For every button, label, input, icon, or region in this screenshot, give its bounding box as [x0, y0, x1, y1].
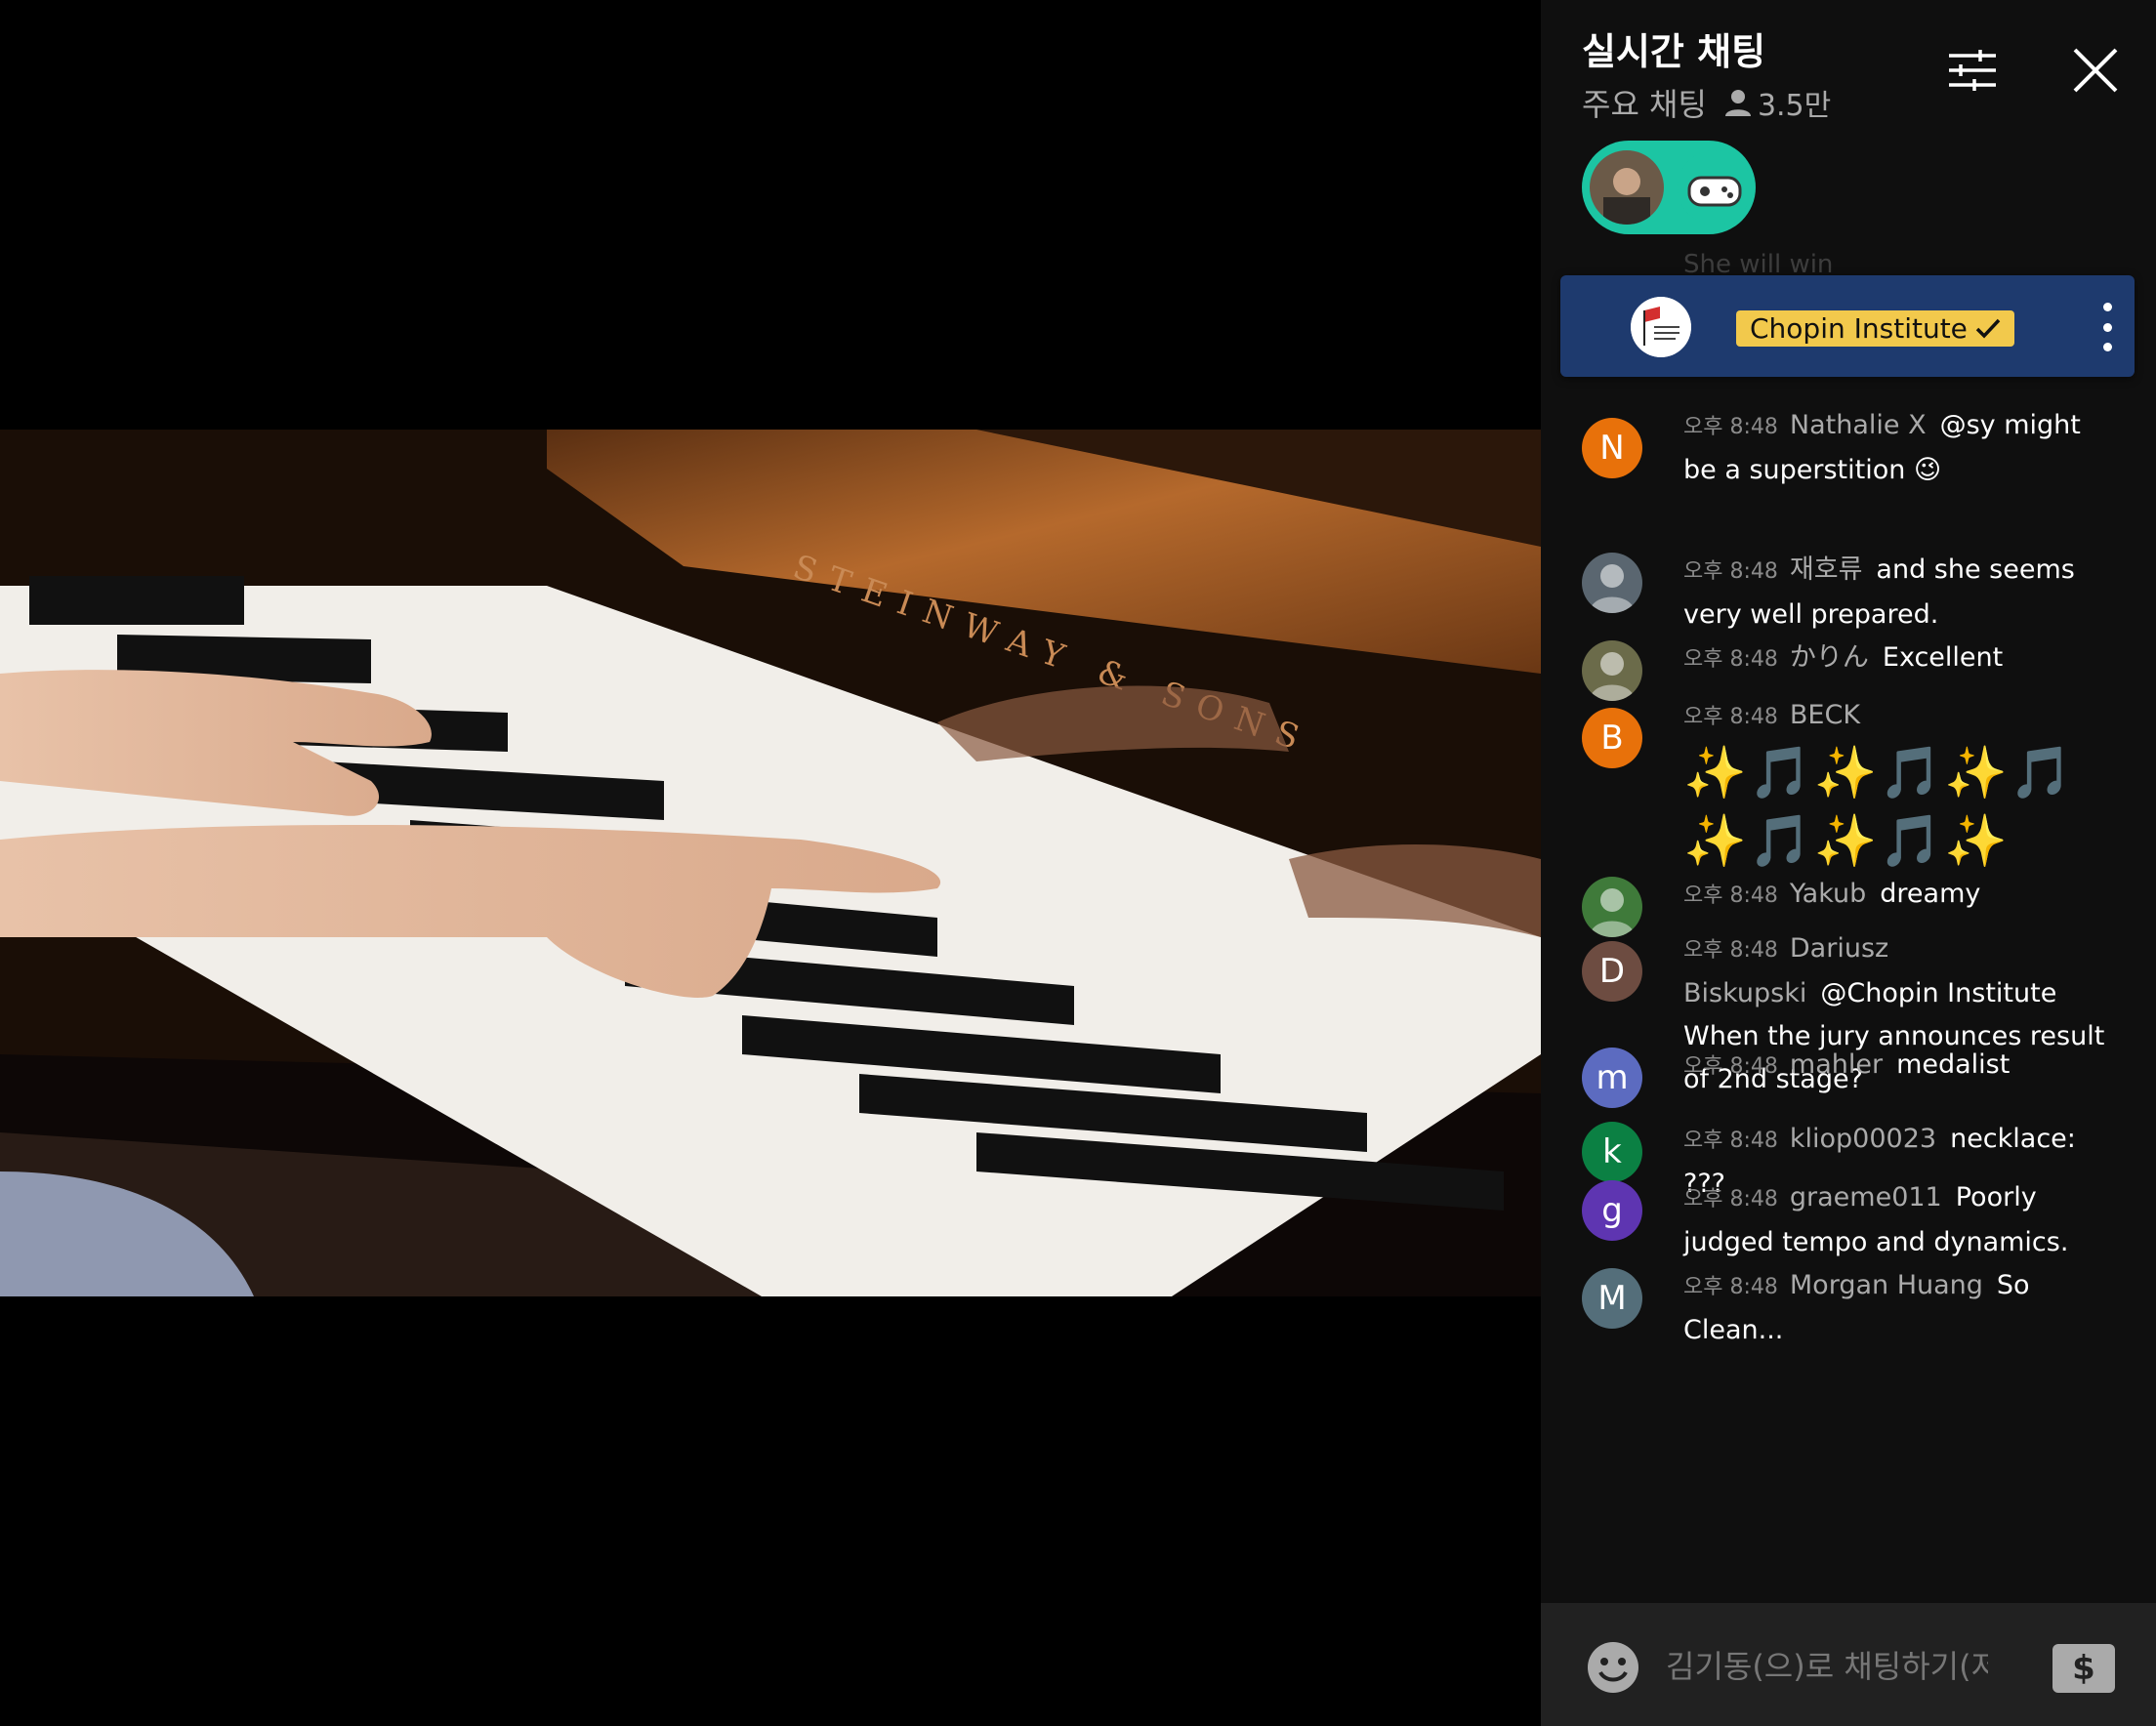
superchat-dollar-icon[interactable]: $ [2052, 1644, 2115, 1693]
author-avatar[interactable] [1582, 640, 1642, 701]
viewer-count-value: 3.5만 [1757, 89, 1832, 123]
author-avatar[interactable]: B [1582, 708, 1642, 768]
chat-header: 실시간 채팅 주요 채팅 3.5만 [1541, 0, 2156, 256]
more-vertical-icon[interactable] [2088, 303, 2127, 351]
message-author[interactable]: kliop00023 [1790, 1124, 1936, 1154]
message-body: 오후 8:48 재호류 and she seems very well prepar… [1683, 549, 2113, 637]
close-icon[interactable] [2064, 39, 2127, 102]
message-author[interactable]: Nathalie X [1790, 410, 1927, 440]
message-timestamp: 오후 8:48 [1683, 1187, 1778, 1212]
smiley-face-icon[interactable] [1586, 1640, 1640, 1695]
message-timestamp: 오후 8:48 [1683, 884, 1778, 908]
message-author[interactable]: 재호류 [1790, 555, 1863, 585]
avatar-letter: m [1596, 1058, 1629, 1097]
pianist-avatar[interactable] [1590, 150, 1664, 225]
message-body: 오후 8:48 graeme011 Poorly judged tempo and … [1683, 1176, 2113, 1264]
message-author[interactable]: Morgan Huang [1790, 1270, 1983, 1300]
filter-sliders-icon[interactable] [1941, 39, 2004, 102]
avatar-letter: k [1602, 1132, 1622, 1171]
video-player[interactable]: STEINWAY & SONS [0, 0, 1541, 1726]
video-frame[interactable]: STEINWAY & SONS [0, 430, 1541, 1296]
pinned-message-banner[interactable]: Chopin Institute [1560, 275, 2135, 377]
author-avatar[interactable]: N [1582, 418, 1642, 478]
message-text: dreamy [1880, 879, 1981, 909]
message-timestamp: 오후 8:48 [1683, 415, 1778, 439]
author-avatar[interactable]: g [1582, 1180, 1642, 1241]
message-text: ✨🎵✨🎵✨🎵 ✨🎵✨🎵✨ [1683, 744, 2075, 871]
message-body: 오후 8:48 Morgan Huang So Clean... [1683, 1264, 2113, 1352]
avatar-letter: D [1598, 952, 1626, 991]
chat-message-input[interactable] [1664, 1634, 1990, 1699]
message-timestamp: 오후 8:48 [1683, 1054, 1778, 1079]
message-body: 오후 8:48 かりん Excellent [1683, 637, 2113, 681]
message-timestamp: 오후 8:48 [1683, 1129, 1778, 1153]
chat-mode-selector[interactable]: 주요 채팅 3.5만 [1582, 80, 1831, 125]
chat-mode-label[interactable]: 주요 채팅 [1582, 80, 1707, 125]
message-text: medalist [1896, 1049, 2011, 1080]
viewer-count: 3.5만 [1724, 81, 1831, 124]
message-author[interactable]: かりん [1790, 642, 1869, 673]
author-avatar[interactable]: k [1582, 1122, 1642, 1182]
message-body: 오후 8:48 BECK ✨🎵✨🎵✨🎵 ✨🎵✨🎵✨ [1683, 694, 2113, 876]
message-body: 오후 8:48 mahler medalist [1683, 1044, 2113, 1089]
avatar-letter: N [1599, 429, 1625, 468]
message-body: 오후 8:48 Yakub dreamy [1683, 873, 2113, 918]
author-avatar[interactable]: D [1582, 941, 1642, 1002]
pinned-participants-pill[interactable] [1582, 141, 1756, 234]
person-icon [1724, 90, 1751, 116]
message-author[interactable]: Yakub [1790, 879, 1866, 909]
verified-check-icon [1975, 318, 2001, 339]
chopin-institute-logo [1631, 297, 1691, 357]
pinned-channel-name: Chopin Institute [1750, 312, 1968, 345]
chat-composer: $ [1541, 1603, 2156, 1726]
message-author[interactable]: mahler [1790, 1049, 1883, 1080]
message-timestamp: 오후 8:48 [1683, 938, 1778, 963]
message-text: Excellent [1882, 642, 2004, 673]
avatar-letter: M [1597, 1279, 1627, 1318]
author-avatar[interactable] [1582, 553, 1642, 613]
message-author[interactable]: graeme011 [1790, 1182, 1942, 1212]
message-timestamp: 오후 8:48 [1683, 647, 1778, 672]
avatar-letter: B [1600, 719, 1624, 758]
chat-title: 실시간 채팅 [1582, 30, 1766, 73]
superchat-symbol: $ [2072, 1649, 2095, 1688]
message-timestamp: 오후 8:48 [1683, 559, 1778, 584]
piano-scene: STEINWAY & SONS [0, 430, 1541, 1296]
author-avatar[interactable]: m [1582, 1048, 1642, 1108]
message-timestamp: 오후 8:48 [1683, 1275, 1778, 1299]
message-author[interactable]: BECK [1790, 700, 1860, 730]
message-body: 오후 8:48 Nathalie X @sy might be a supersti… [1683, 404, 2113, 492]
gamepad-dog-avatar[interactable] [1678, 150, 1752, 225]
avatar-letter: g [1601, 1191, 1623, 1230]
pinned-channel-badge[interactable]: Chopin Institute [1736, 310, 2014, 347]
author-avatar[interactable]: M [1582, 1268, 1642, 1329]
live-chat-panel: 실시간 채팅 주요 채팅 3.5만 She will win Chopin In… [1541, 0, 2156, 1726]
message-timestamp: 오후 8:48 [1683, 705, 1778, 729]
author-avatar[interactable] [1582, 877, 1642, 937]
